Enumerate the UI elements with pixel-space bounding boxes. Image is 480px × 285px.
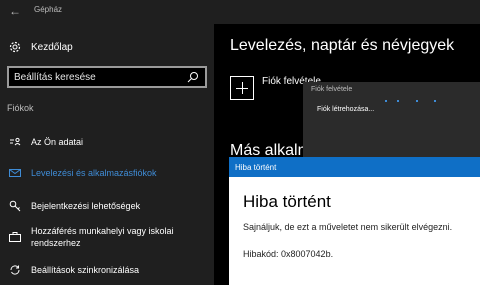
popup-status: Fiók létrehozása... (317, 106, 375, 113)
section-heading: Fiókok (7, 103, 34, 113)
progress-dot (397, 100, 399, 102)
progress-dot (434, 100, 436, 102)
progress-dot (385, 100, 387, 102)
progress-dot (416, 100, 418, 102)
sidebar-item-label: Az Ön adatai (31, 137, 84, 147)
error-dialog: Hiba történt Hiba történt Sajnáljuk, de … (229, 157, 480, 285)
add-account-button[interactable] (230, 76, 254, 100)
error-dialog-titlebar: Hiba történt (229, 157, 480, 177)
sidebar-item-label-line2: rendszerhez (31, 238, 81, 248)
home-nav-item[interactable]: Kezdőlap (9, 40, 73, 54)
page-title: Levelezés, naptár és névjegyek (230, 37, 455, 54)
briefcase-icon (9, 232, 21, 242)
sidebar-item-label: Hozzáférés munkahelyi vagy iskolai (31, 226, 174, 236)
search-icon (187, 72, 198, 83)
error-dialog-bar-title: Hiba történt (235, 163, 277, 172)
back-arrow-icon[interactable]: ← (9, 2, 21, 20)
add-account-popup: Fiók felvétele Fiók létrehozása... (303, 82, 480, 160)
window-titlebar: ← Gépház (0, 0, 480, 24)
sidebar-item-label: Bejelentkezési lehetőségek (31, 201, 141, 211)
error-code: Hibakód: 0x8007042b. (243, 249, 334, 259)
error-heading: Hiba történt (243, 192, 331, 211)
sidebar-item-label: Beállítások szinkronizálása (31, 265, 140, 275)
key-icon (9, 200, 21, 212)
popup-title: Fiók felvétele (311, 86, 353, 93)
sync-icon (10, 265, 20, 275)
gear-icon (9, 41, 21, 53)
person-card-icon (10, 137, 21, 146)
home-label: Kezdőlap (31, 41, 73, 53)
search-placeholder: Beállítás keresése (14, 72, 96, 83)
search-input[interactable]: Beállítás keresése (7, 66, 207, 88)
mail-icon (9, 169, 21, 177)
app-title: Gépház (34, 5, 63, 14)
sidebar-item-label: Levelezési és alkalmazásfiókok (31, 168, 157, 178)
sidebar: Kezdőlap Beállítás keresése Fiókok Az Ön… (0, 24, 214, 285)
error-message: Sajnáljuk, de ezt a műveletet nem sikerü… (243, 222, 453, 232)
